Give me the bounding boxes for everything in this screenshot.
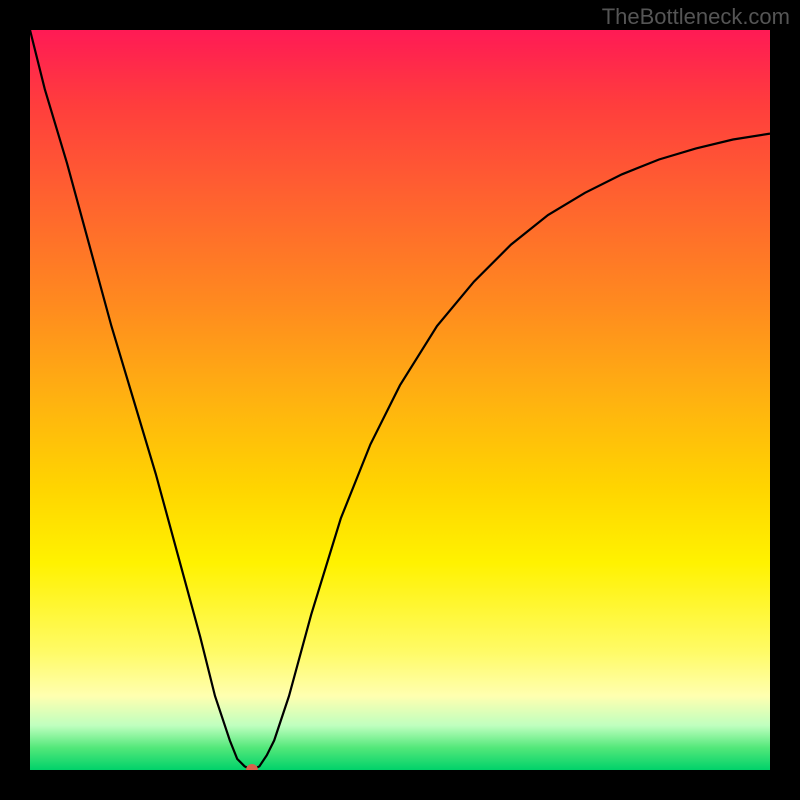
bottleneck-curve-path bbox=[30, 30, 770, 770]
bottleneck-curve-svg bbox=[30, 30, 770, 770]
watermark-label: TheBottleneck.com bbox=[602, 4, 790, 30]
plot-area bbox=[30, 30, 770, 770]
optimal-point-marker bbox=[246, 764, 258, 770]
